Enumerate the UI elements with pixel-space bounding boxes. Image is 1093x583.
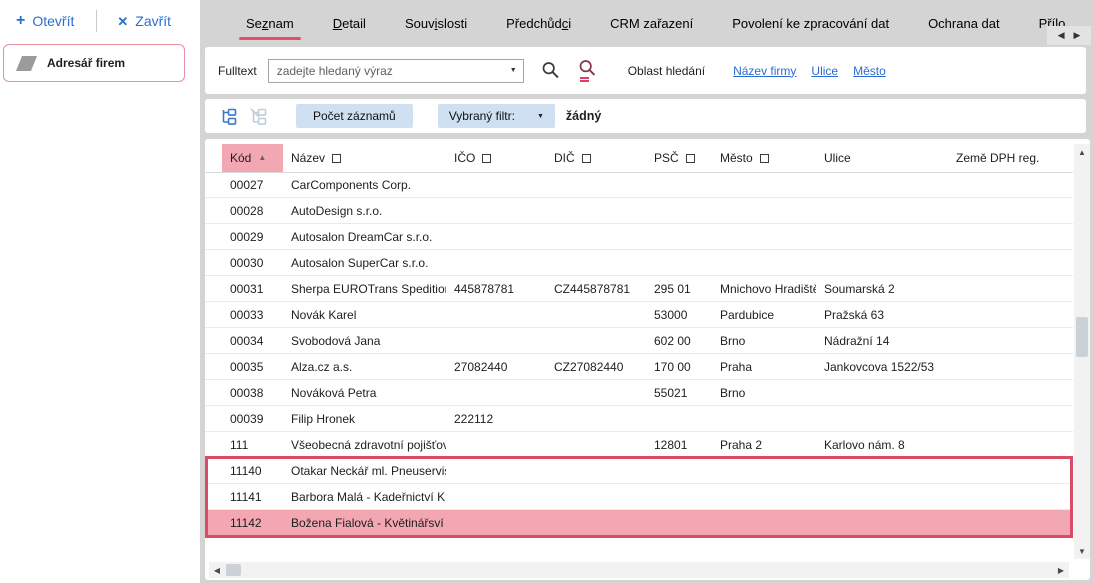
- hierarchy-icon: [220, 108, 239, 125]
- tab-ochrana-dat[interactable]: Ochrana dat: [928, 16, 1000, 31]
- column-header[interactable]: Ulice: [816, 144, 948, 172]
- tree-view-button[interactable]: [220, 108, 239, 125]
- tab-detail[interactable]: Detail: [333, 16, 366, 31]
- table-header-row: Kód▲NázevIČODIČPSČMěstoUliceZemě DPH reg…: [205, 139, 1073, 173]
- search-input[interactable]: [275, 63, 504, 79]
- search-scope-link[interactable]: Název firmy: [733, 64, 796, 78]
- vertical-scrollbar[interactable]: ▲ ▼: [1074, 144, 1090, 559]
- scroll-down-icon[interactable]: ▼: [1074, 543, 1090, 559]
- tab-souvislosti[interactable]: Souvislosti: [405, 16, 467, 31]
- search-panel: Fulltext ▼ Oblast hledání Název firmy Uli…: [205, 47, 1086, 94]
- column-header[interactable]: Město: [712, 144, 816, 172]
- horizontal-scrollbar[interactable]: ◀ ▶: [209, 562, 1069, 578]
- table-row[interactable]: 00038Nováková Petra55021Brno: [205, 380, 1073, 406]
- column-filter-box-icon[interactable]: [760, 154, 769, 163]
- tab-povolení-ke-zpracování-dat[interactable]: Povolení ke zpracování dat: [732, 16, 889, 31]
- table-row[interactable]: 00035Alza.cz a.s.27082440CZ27082440170 0…: [205, 354, 1073, 380]
- column-header[interactable]: DIČ: [546, 144, 646, 172]
- close-button[interactable]: ✕ Zavřít: [111, 12, 177, 30]
- search-scope-link[interactable]: Ulice: [811, 64, 838, 78]
- search-icon: [540, 60, 561, 81]
- filter-toolbar: Počet záznamů Vybraný filtr: ▼ žádný: [205, 99, 1086, 133]
- scroll-right-icon[interactable]: ▶: [1053, 562, 1069, 578]
- tab-seznam[interactable]: Seznam: [246, 16, 294, 31]
- window-toolbar: + Otevřít ✕ Zavřít: [0, 0, 200, 42]
- selected-filter-label: Vybraný filtr:: [449, 109, 515, 123]
- column-filter-box-icon[interactable]: [332, 154, 341, 163]
- table-row[interactable]: 11142Božena Fialová - Květinářsví Ge: [205, 510, 1073, 536]
- chevron-down-icon: ▼: [537, 113, 544, 120]
- sidebar-item-label: Adresář firem: [47, 56, 125, 70]
- vertical-scrollbar-thumb[interactable]: [1076, 317, 1088, 357]
- scroll-left-icon[interactable]: ◀: [209, 562, 225, 578]
- open-button[interactable]: + Otevřít: [10, 12, 80, 30]
- companies-table: Kód▲NázevIČODIČPSČMěstoUliceZemě DPH reg…: [205, 139, 1090, 580]
- plus-icon: +: [16, 13, 25, 29]
- column-header[interactable]: Kód▲: [222, 144, 283, 172]
- column-header[interactable]: Země DPH reg.: [948, 144, 1073, 172]
- horizontal-scrollbar-thumb[interactable]: [226, 564, 241, 576]
- fulltext-combobox[interactable]: ▼: [268, 59, 524, 83]
- tab-bar: Seznam Detail Souvislosti Předchůdci CRM zař…: [200, 0, 1093, 46]
- tree-filter-button-disabled[interactable]: [250, 108, 269, 125]
- search-scope-link[interactable]: Město: [853, 64, 886, 78]
- table-row[interactable]: 11141Barbora Malá - Kadeřnictví Krás: [205, 484, 1073, 510]
- table-row[interactable]: 00031Sherpa EUROTrans Spedition445878781…: [205, 276, 1073, 302]
- table-row[interactable]: 00029Autosalon DreamCar s.r.o.: [205, 224, 1073, 250]
- table-body: 00027CarComponents Corp.00028AutoDesign …: [205, 172, 1073, 536]
- table-row[interactable]: 00039Filip Hronek222112: [205, 406, 1073, 432]
- table-row[interactable]: 00030Autosalon SuperCar s.r.o.: [205, 250, 1073, 276]
- combobox-dropdown-icon[interactable]: ▼: [504, 67, 517, 74]
- tab-předchůdci[interactable]: Předchůdci: [506, 16, 571, 31]
- open-button-label: Otevřít: [32, 13, 74, 29]
- toolbar-divider: [96, 10, 97, 32]
- tree-filter-icon: [250, 108, 269, 125]
- close-button-label: Zavřít: [135, 13, 171, 29]
- column-header[interactable]: IČO: [446, 144, 546, 172]
- sort-ascending-icon: ▲: [258, 154, 266, 162]
- scroll-up-icon[interactable]: ▲: [1074, 144, 1090, 160]
- column-filter-box-icon[interactable]: [686, 154, 695, 163]
- fulltext-search-button[interactable]: [577, 59, 598, 82]
- sidebar-item-adresar-firem[interactable]: Adresář firem: [3, 44, 185, 82]
- fulltext-label: Fulltext: [218, 64, 257, 78]
- column-filter-box-icon[interactable]: [582, 154, 591, 163]
- search-button[interactable]: [540, 60, 561, 81]
- record-count-button[interactable]: Počet záznamů: [296, 104, 413, 128]
- table-row[interactable]: 11140Otakar Neckář ml. Pneuservis: [205, 458, 1073, 484]
- tab-scroll-right-icon[interactable]: ▶: [1074, 31, 1081, 40]
- selected-filter-dropdown[interactable]: Vybraný filtr: ▼: [438, 104, 555, 128]
- tab-scroll-left-icon[interactable]: ◀: [1058, 31, 1065, 40]
- main-panel: Seznam Detail Souvislosti Předchůdci CRM zař…: [200, 0, 1093, 583]
- table-row[interactable]: 00033Novák Karel53000PardubicePražská 63: [205, 302, 1073, 328]
- table-row[interactable]: 111Všeobecná zdravotní pojišťovna12801Pr…: [205, 432, 1073, 458]
- column-filter-box-icon[interactable]: [482, 154, 491, 163]
- search-scope-label: Oblast hledání: [628, 64, 705, 78]
- filter-value: žádný: [566, 109, 601, 123]
- fulltext-search-icon: [577, 59, 598, 82]
- column-header[interactable]: Název: [283, 144, 446, 172]
- close-icon: ✕: [117, 15, 128, 28]
- table-row[interactable]: 00034Svobodová Jana602 00BrnoNádražní 14: [205, 328, 1073, 354]
- table-row[interactable]: 00028AutoDesign s.r.o.: [205, 198, 1073, 224]
- table-row[interactable]: 00027CarComponents Corp.: [205, 172, 1073, 198]
- tab-crm-zařazení[interactable]: CRM zařazení: [610, 16, 693, 31]
- module-icon: [16, 56, 37, 71]
- column-header[interactable]: PSČ: [646, 144, 712, 172]
- tab-scroll-buttons: ◀ ▶: [1047, 26, 1091, 45]
